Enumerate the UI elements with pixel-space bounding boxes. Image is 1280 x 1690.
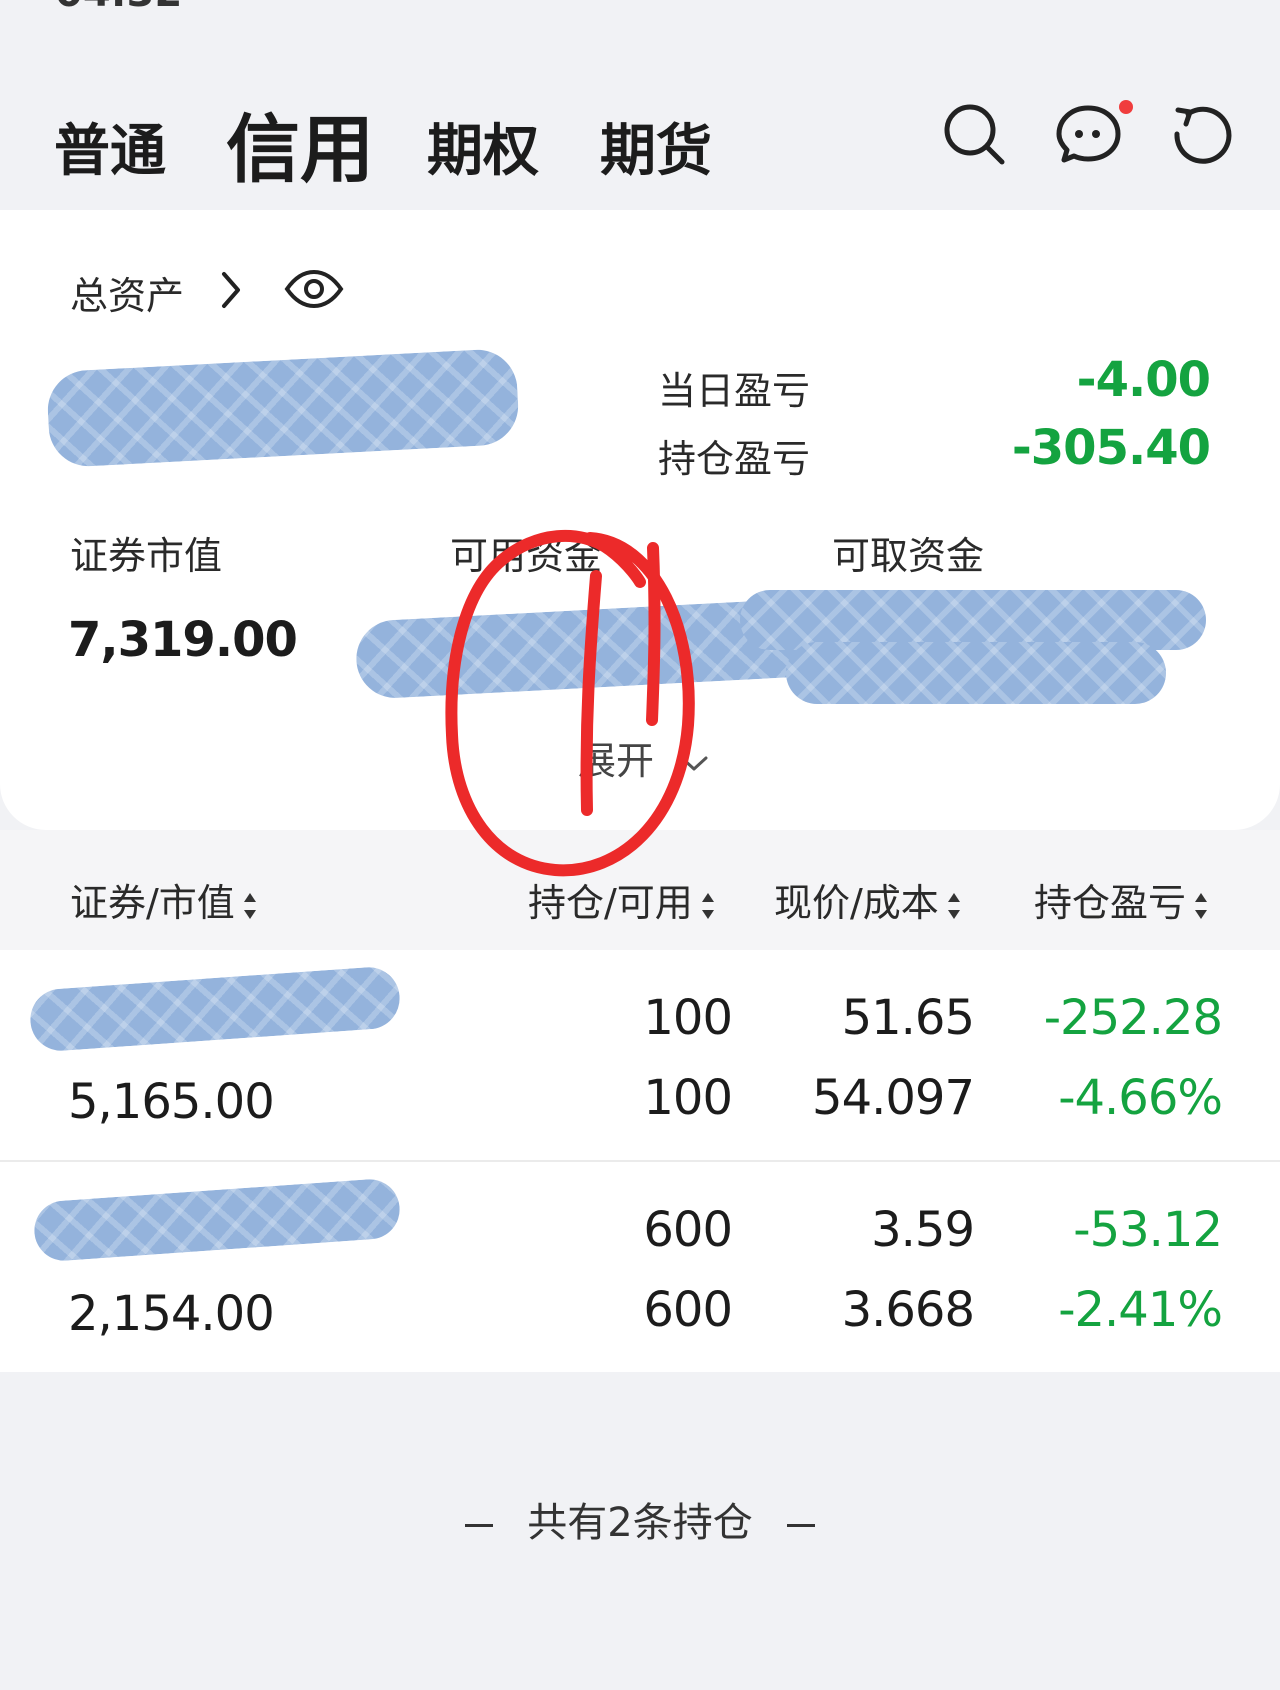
position-pnl-value: -305.40 <box>1011 420 1211 476</box>
row-position: 600 <box>643 1202 733 1258</box>
redacted-withdrawable-funds <box>740 590 1206 650</box>
header-position-pnl[interactable]: 持仓盈亏 <box>1034 872 1208 927</box>
total-assets-label[interactable]: 总资产 <box>70 265 184 320</box>
status-bar: 04:32 <box>0 0 1280 14</box>
table-row[interactable]: 5,165.00 100 100 51.65 54.097 -252.28 -4… <box>0 950 1280 1160</box>
status-icons <box>920 0 1210 8</box>
sort-icon <box>701 891 715 921</box>
row-price: 51.65 <box>841 990 975 1046</box>
sort-icon <box>947 891 961 921</box>
annotation-circle <box>445 529 695 877</box>
withdrawable-funds-label: 可取资金 <box>832 534 985 578</box>
sort-icon <box>243 891 257 921</box>
row-market-value: 5,165.00 <box>68 1074 275 1130</box>
redacted-withdrawable-funds-2 <box>786 642 1166 704</box>
row-cost: 54.097 <box>812 1070 975 1126</box>
top-tab-bar: 普通 信用 期权 期货 <box>0 14 1280 210</box>
redacted-security-name <box>32 1177 402 1263</box>
tab-futures[interactable]: 期货 <box>600 106 712 187</box>
refresh-icon[interactable] <box>1168 98 1238 168</box>
chevron-right-icon[interactable] <box>216 268 246 312</box>
tab-normal[interactable]: 普通 <box>54 106 166 187</box>
notification-dot <box>1119 100 1133 114</box>
daily-pnl-label: 当日盈亏 <box>658 369 811 413</box>
row-pnl: -53.12 <box>1073 1202 1223 1258</box>
row-pnl: -252.28 <box>1043 990 1223 1046</box>
position-pnl-label: 持仓盈亏 <box>658 437 811 481</box>
row-available: 600 <box>643 1282 733 1338</box>
header-price-cost[interactable]: 现价/成本 <box>774 872 961 927</box>
market-value-label: 证券市值 <box>70 534 223 578</box>
daily-pnl-value: -4.00 <box>1076 352 1211 408</box>
tab-credit[interactable]: 信用 <box>226 90 374 197</box>
search-icon[interactable] <box>940 100 1010 170</box>
header-security-value[interactable]: 证券/市值 <box>70 872 257 927</box>
positions-count-text: 共有2条持仓 <box>527 1500 753 1546</box>
row-price: 3.59 <box>871 1202 975 1258</box>
eye-icon[interactable] <box>284 270 344 308</box>
status-time: 04:32 <box>55 0 182 14</box>
redacted-total-assets <box>45 347 521 469</box>
row-available: 100 <box>643 1070 733 1126</box>
positions-count-footer: 共有2条持仓 <box>0 1490 1280 1548</box>
redacted-security-name <box>28 965 402 1053</box>
row-pnl-pct: -4.66% <box>1058 1070 1223 1126</box>
message-icon[interactable] <box>1056 94 1136 174</box>
market-value: 7,319.00 <box>68 612 298 668</box>
row-pnl-pct: -2.41% <box>1058 1282 1223 1338</box>
row-position: 100 <box>643 990 733 1046</box>
tab-options[interactable]: 期权 <box>427 106 539 187</box>
sort-icon <box>1194 891 1208 921</box>
dash-left <box>465 1523 494 1527</box>
table-row[interactable]: 2,154.00 600 600 3.59 3.668 -53.12 -2.41… <box>0 1162 1280 1372</box>
dash-right <box>786 1523 815 1527</box>
row-market-value: 2,154.00 <box>68 1286 275 1342</box>
row-cost: 3.668 <box>841 1282 975 1338</box>
